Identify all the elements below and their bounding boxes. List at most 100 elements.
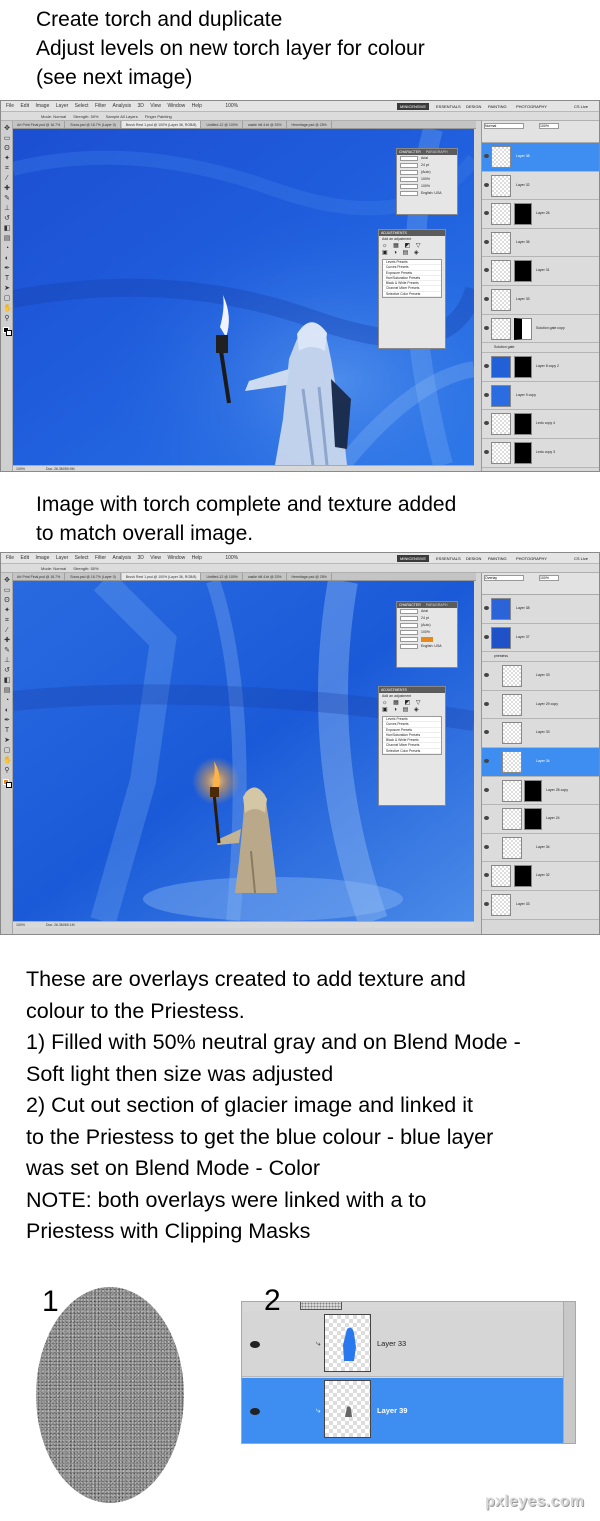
layer-group-row[interactable]: priestess [482, 652, 599, 663]
eye-icon[interactable] [484, 364, 489, 369]
layers-scrollbar[interactable] [563, 1302, 575, 1443]
leading-field[interactable] [400, 622, 418, 628]
menu-item-window[interactable]: Window [167, 553, 185, 564]
healing-tool-icon[interactable]: ✚ [3, 185, 11, 193]
layer-row[interactable]: Layer 31 [482, 257, 599, 286]
option-mode[interactable]: Mode: Normal [41, 114, 66, 119]
option-mode[interactable]: Mode: Normal [41, 566, 66, 571]
move-tool-icon[interactable]: ✥ [3, 125, 11, 133]
blend-mode-select[interactable]: Normal [484, 123, 524, 129]
layer-row[interactable]: ⤷ Layer 33 [242, 1311, 564, 1377]
blur-tool-icon[interactable]: ◔ [3, 697, 11, 705]
font-family-select[interactable] [400, 155, 418, 161]
workspace-design[interactable]: DESIGN [463, 103, 484, 110]
menu-item-select[interactable]: Select [75, 553, 89, 564]
background-color-swatch[interactable] [6, 782, 12, 788]
eye-icon[interactable] [484, 730, 489, 735]
zoom-level[interactable]: 100% [225, 101, 238, 112]
eye-icon[interactable] [484, 873, 489, 878]
stamp-tool-icon[interactable]: ⊥ [3, 205, 11, 213]
tab-document[interactable]: Art Print Final.psd @ 16.7% [13, 573, 66, 580]
eraser-tool-icon[interactable]: ◧ [3, 225, 11, 233]
marquee-tool-icon[interactable]: ▭ [3, 587, 11, 595]
layer-row[interactable]: Layer 38 [482, 595, 599, 624]
menu-item-layer[interactable]: Layer [56, 553, 69, 564]
move-tool-icon[interactable]: ✥ [3, 577, 11, 585]
layer-row[interactable]: Ledo copy 4 [482, 410, 599, 439]
menu-item-image[interactable]: Image [35, 553, 49, 564]
layer-row-selected[interactable]: ⤷ Layer 39 [242, 1378, 564, 1443]
layer-row[interactable]: Layer 9 copy [482, 381, 599, 411]
layer-row[interactable]: Layer 26 [482, 200, 599, 229]
eyedropper-tool-icon[interactable]: ⁄ [3, 175, 11, 183]
lasso-tool-icon[interactable]: ʘ [3, 145, 11, 153]
gradient-tool-icon[interactable]: ▤ [3, 687, 11, 695]
eye-icon[interactable] [484, 816, 489, 821]
lasso-tool-icon[interactable]: ʘ [3, 597, 11, 605]
eye-icon[interactable] [484, 673, 489, 678]
eye-icon[interactable] [484, 634, 489, 639]
zoom-level[interactable]: 100% [225, 553, 238, 564]
layer-row-selected[interactable]: Layer 34 [482, 747, 599, 777]
layer-row[interactable]: Ledo copy 3 [482, 438, 599, 468]
adjustment-icons-row-2[interactable]: ▣ ◑ ▤ ◈ [379, 250, 445, 257]
eye-icon[interactable] [484, 211, 489, 216]
menu-item-file[interactable]: File [6, 553, 14, 564]
tab-document[interactable]: Snow.psd @ 16.7% (Layer 0) [66, 121, 121, 128]
layer-row[interactable]: Layer 36 [482, 228, 599, 258]
pen-tool-icon[interactable]: ✒ [3, 717, 11, 725]
eye-icon[interactable] [250, 1408, 260, 1415]
character-tab[interactable]: CHARACTER [399, 150, 421, 154]
cs-live-button[interactable]: CS Live [571, 555, 591, 562]
paragraph-tab[interactable]: PARAGRAPH [426, 150, 448, 154]
hand-tool-icon[interactable]: ✋ [3, 757, 12, 765]
eye-icon[interactable] [484, 758, 489, 763]
layer-row[interactable]: Layer 29 copy [482, 690, 599, 720]
blur-tool-icon[interactable]: ◔ [3, 245, 11, 253]
menu-item-help[interactable]: Help [192, 101, 202, 112]
type-tool-icon[interactable]: T [3, 727, 11, 735]
adjustment-icons-row-2[interactable]: ▣ ◑ ▤ ◈ [379, 707, 445, 714]
workspace-painting[interactable]: PAINTING [485, 555, 510, 562]
layer-row[interactable]: Layer 38 [482, 143, 599, 172]
workspace-essentials[interactable]: ESSENTIALS [433, 555, 464, 562]
character-tab[interactable]: CHARACTER [399, 603, 421, 607]
crop-tool-icon[interactable]: ⌗ [3, 617, 11, 625]
brush-tool-icon[interactable]: ✎ [3, 647, 11, 655]
eye-icon[interactable] [484, 606, 489, 610]
language-select[interactable] [400, 643, 418, 649]
menu-item-filter[interactable]: Filter [95, 101, 106, 112]
menu-item-view[interactable]: View [150, 553, 161, 564]
tab-document[interactable]: Art Print Final.psd @ 16.7% [13, 121, 66, 128]
option-sample-all[interactable]: Sample All Layers [106, 114, 138, 119]
color-swatch[interactable] [421, 636, 433, 642]
layer-row[interactable]: Layer 33 [482, 890, 599, 920]
workspace-essentials[interactable]: ESSENTIALS [433, 103, 464, 110]
path-select-icon[interactable]: ➤ [3, 737, 11, 745]
menu-item-select[interactable]: Select [75, 101, 89, 112]
workspace-photography[interactable]: PHOTOGRAPHY [513, 555, 550, 562]
vertical-scale-field[interactable] [400, 629, 418, 635]
workspace-painting[interactable]: PAINTING [485, 103, 510, 110]
zoom-tool-icon[interactable]: ⚲ [3, 315, 11, 323]
horizontal-scale-field[interactable] [400, 183, 418, 189]
blend-mode-select[interactable]: Overlay [484, 575, 524, 581]
adjustment-icons-row-1[interactable]: ☼ ▦ ◩ ▽ [379, 700, 445, 707]
adjustment-icons-row-1[interactable]: ☼ ▦ ◩ ▽ [379, 243, 445, 250]
layer-row[interactable]: Layer 32 [482, 171, 599, 201]
font-size-field[interactable] [400, 615, 418, 621]
menu-item-help[interactable]: Help [192, 553, 202, 564]
tab-document[interactable]: Untitled-12 @ 100% [202, 573, 243, 580]
healing-tool-icon[interactable]: ✚ [3, 637, 11, 645]
dodge-tool-icon[interactable]: ◐ [3, 255, 11, 263]
layer-group-row[interactable]: Solution gate [482, 343, 599, 354]
zoom-tool-icon[interactable]: ⚲ [3, 767, 11, 775]
background-color-swatch[interactable] [6, 330, 12, 336]
paragraph-tab[interactable]: PARAGRAPH [426, 603, 448, 607]
eye-icon[interactable] [484, 239, 489, 244]
opacity-field[interactable]: 100% [538, 123, 559, 129]
dodge-tool-icon[interactable]: ◐ [3, 707, 11, 715]
layer-row[interactable]: Layer 33 [482, 719, 599, 748]
tab-document[interactable]: castle hill 4.bt @ 33% [244, 121, 287, 128]
eye-icon[interactable] [484, 449, 489, 454]
